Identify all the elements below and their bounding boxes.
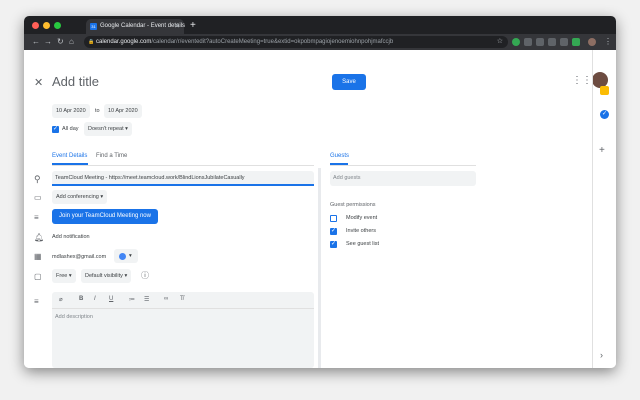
minimize-window-button[interactable] (43, 22, 50, 29)
availability-dropdown[interactable]: Free ▾ (52, 269, 76, 283)
description-input[interactable]: Add description (55, 314, 93, 320)
to-label: to (95, 108, 100, 114)
repeat-value: Doesn't repeat (88, 126, 124, 132)
join-meeting-button[interactable]: Join your TeamCloud Meeting now (52, 209, 158, 224)
add-notification-link[interactable]: Add notification (52, 234, 90, 240)
visibility-value: Default visibility (85, 273, 123, 279)
calendar-icon: ▦ (34, 252, 42, 261)
tab-event-details[interactable]: Event Details (52, 153, 87, 159)
all-day-label: All day (62, 126, 79, 132)
numbered-list-icon[interactable]: ≔ (129, 296, 135, 303)
save-button[interactable]: Save (332, 74, 366, 90)
underline-icon[interactable]: U (109, 296, 113, 302)
browser-toolbar: ← → ↻ ⌂ 🔒 calendar.google.com/calendar/r… (24, 34, 616, 50)
expand-panel-icon[interactable]: › (600, 350, 603, 360)
close-icon[interactable]: ✕ (34, 78, 43, 89)
home-icon[interactable]: ⌂ (69, 36, 74, 48)
close-window-button[interactable] (32, 22, 39, 29)
keep-icon[interactable] (600, 86, 609, 95)
tab-title: Google Calendar - Event details (100, 23, 186, 29)
attachment-icon[interactable]: ⌀ (59, 296, 63, 303)
see-guest-list-checkbox[interactable]: ✓ (330, 241, 337, 248)
add-addon-icon[interactable]: + (599, 146, 605, 156)
chevron-down-icon: ▾ (129, 253, 132, 259)
lock-icon: 🔒 (88, 39, 95, 45)
video-camera-icon: ▭ (34, 193, 42, 202)
extension-icon-5[interactable] (560, 38, 568, 46)
permission-label: See guest list (346, 241, 380, 247)
extension-icon-3[interactable] (536, 38, 544, 46)
repeat-dropdown[interactable]: Doesn't repeat ▾ (84, 122, 132, 136)
bell-icon: 🔔︎ (34, 233, 45, 242)
bulleted-list-icon[interactable]: ☰ (144, 296, 149, 303)
bold-icon[interactable]: B (79, 296, 83, 302)
help-icon[interactable]: ⓘ (141, 271, 149, 281)
url-path: /calendar/r/eventedit?autoCreateMeeting=… (151, 39, 394, 45)
calendar-favicon-icon: 31 (90, 23, 97, 30)
profile-avatar-icon[interactable] (588, 38, 596, 46)
end-date-field[interactable]: 10 Apr 2020 (104, 104, 142, 118)
reload-icon[interactable]: ↻ (57, 36, 64, 48)
modify-event-checkbox[interactable] (330, 215, 337, 222)
italic-icon[interactable]: I (94, 296, 96, 302)
address-bar[interactable]: 🔒 calendar.google.com/calendar/r/evented… (84, 36, 508, 48)
chevron-down-icon: ▾ (124, 273, 128, 279)
event-color-dropdown[interactable]: ▾ (114, 249, 138, 263)
conference-logo-icon: ≡ (34, 213, 39, 222)
permission-label: Modify event (346, 215, 378, 221)
panel-divider[interactable] (318, 168, 321, 368)
start-date-field[interactable]: 10 Apr 2020 (52, 104, 90, 118)
apps-grid-icon[interactable]: ⋮⋮ (572, 76, 592, 86)
location-pin-icon: ⚲ (34, 174, 41, 184)
guests-input[interactable]: Add guests (330, 171, 476, 186)
side-panel: ✓ + › (592, 50, 616, 368)
maximize-window-button[interactable] (54, 22, 61, 29)
browser-menu-icon[interactable]: ⋮ (604, 36, 612, 48)
remove-formatting-icon[interactable]: T̸ (180, 296, 184, 302)
event-color-swatch (119, 253, 126, 260)
all-day-checkbox[interactable]: ✓ (52, 126, 59, 133)
back-icon[interactable]: ← (32, 36, 40, 48)
guests-placeholder: Add guests (333, 175, 361, 181)
tab-find-a-time[interactable]: Find a Time (96, 153, 127, 159)
browser-window: 31 Google Calendar - Event details ✕ + ←… (24, 16, 616, 368)
invite-others-checkbox[interactable]: ✓ (330, 228, 337, 235)
extension-icon-6[interactable] (572, 38, 580, 46)
title-input[interactable]: Add title (52, 74, 99, 89)
chevron-down-icon: ▾ (125, 126, 128, 132)
availability-value: Free (56, 273, 68, 279)
browser-tab[interactable]: 31 Google Calendar - Event details ✕ (86, 19, 186, 34)
guests-divider (330, 165, 476, 166)
extension-icon-4[interactable] (548, 38, 556, 46)
description-editor: Add description (52, 292, 314, 368)
conferencing-dropdown[interactable]: Add conferencing ▾ (52, 190, 108, 204)
link-icon[interactable]: ∞ (164, 296, 168, 302)
location-input[interactable]: TeamCloud Meeting - https://meet.teamclo… (52, 171, 314, 186)
conferencing-label: Add conferencing (56, 194, 99, 200)
close-tab-icon[interactable]: ✕ (174, 19, 180, 34)
event-edit-page: ✕ Add title Save ⋮⋮ 10 Apr 2020 to 10 Ap… (24, 50, 616, 368)
details-divider (52, 165, 314, 166)
extension-icon-2[interactable] (524, 38, 532, 46)
guest-permissions-heading: Guest permissions (330, 202, 376, 208)
new-tab-button[interactable]: + (190, 19, 196, 32)
calendar-owner: mdlashex@gmail.com (52, 254, 107, 260)
extension-icon-1[interactable] (512, 38, 520, 46)
visibility-dropdown[interactable]: Default visibility ▾ (81, 269, 132, 283)
tab-guests[interactable]: Guests (330, 153, 349, 159)
chevron-down-icon: ▾ (68, 273, 72, 279)
chevron-down-icon: ▾ (100, 194, 104, 200)
briefcase-icon: ▢ (34, 272, 42, 281)
tasks-icon[interactable]: ✓ (600, 110, 609, 119)
url-host: calendar.google.com (96, 39, 152, 45)
tab-strip: 31 Google Calendar - Event details ✕ + (24, 16, 616, 34)
location-value: TeamCloud Meeting - https://meet.teamclo… (55, 175, 245, 181)
forward-icon[interactable]: → (44, 36, 52, 48)
permission-label: Invite others (346, 228, 376, 234)
description-icon: ≡ (34, 297, 39, 306)
bookmark-star-icon[interactable]: ☆ (497, 36, 503, 48)
